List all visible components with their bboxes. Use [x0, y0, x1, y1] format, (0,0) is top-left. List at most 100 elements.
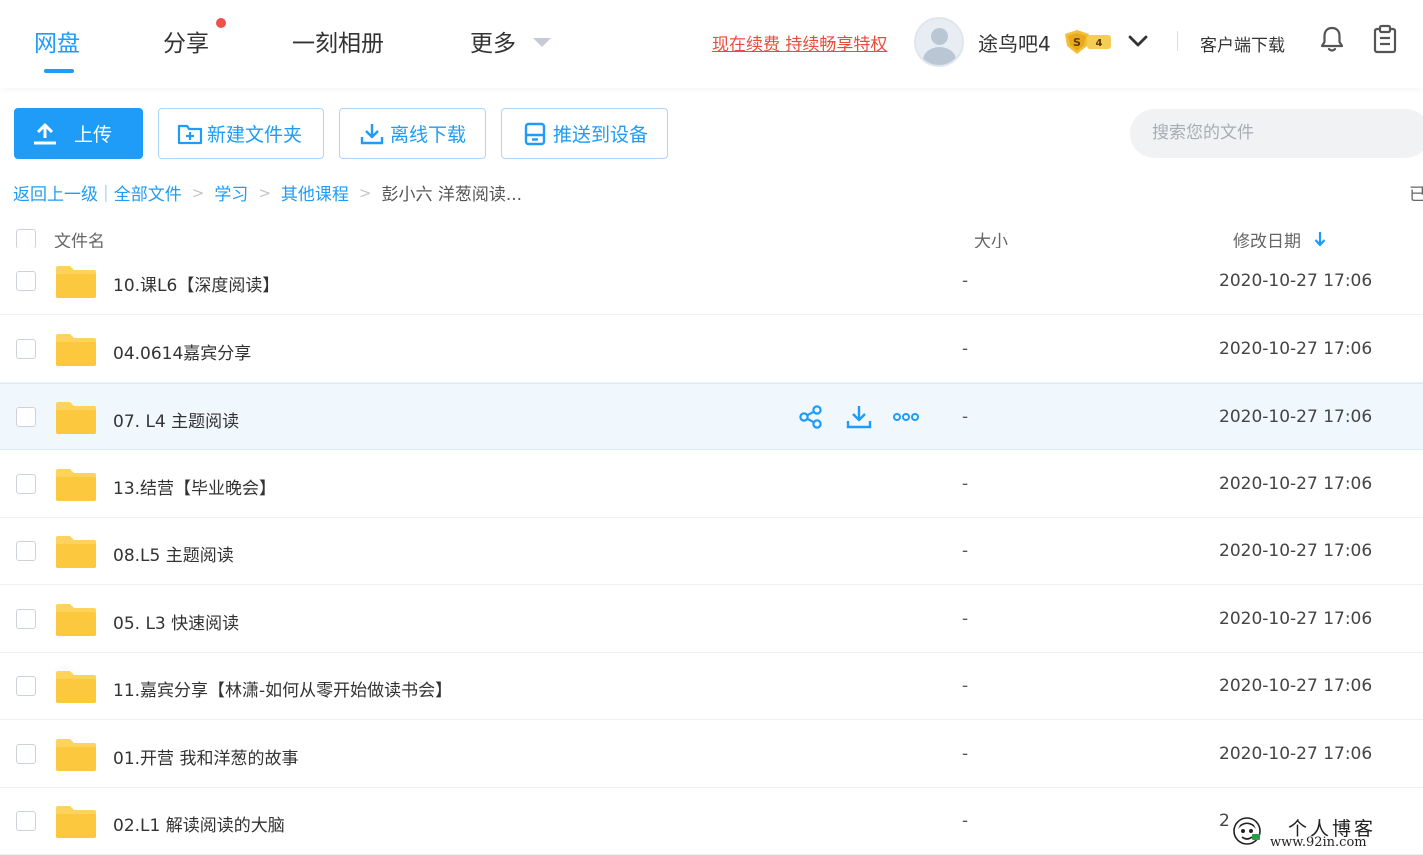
- upload-icon: [34, 123, 56, 144]
- table-row[interactable]: 01.开营 我和洋葱的故事 - 2020-10-27 17:06: [0, 721, 1423, 788]
- table-row[interactable]: 10.课L6【深度阅读】 - 2020-10-27 17:06: [0, 248, 1423, 315]
- share-icon[interactable]: [798, 404, 824, 430]
- download-icon: [360, 123, 384, 144]
- file-name[interactable]: 01.开营 我和洋葱的故事: [113, 744, 298, 769]
- search-box: [1130, 109, 1423, 158]
- folder-icon: [56, 536, 96, 568]
- new-folder-label: 新建文件夹: [207, 124, 303, 146]
- table-row[interactable]: 07. L4 主题阅读 - 2020-10-27 17:06: [0, 383, 1423, 450]
- offline-download-button[interactable]: 离线下载: [339, 108, 486, 159]
- row-checkbox[interactable]: [16, 744, 36, 764]
- folder-icon: [56, 469, 96, 501]
- file-date: 2020-10-27 17:06: [1219, 541, 1373, 561]
- folder-icon: [56, 402, 96, 434]
- new-folder-button[interactable]: 新建文件夹: [158, 108, 324, 159]
- chevron-right-icon: >: [358, 183, 372, 202]
- file-name[interactable]: 08.L5 主题阅读: [113, 541, 234, 566]
- vip-badge-icon[interactable]: S 4: [1063, 30, 1113, 54]
- new-folder-icon: [177, 124, 203, 144]
- username[interactable]: 途鸟吧4: [978, 28, 1051, 57]
- file-date: 2020-10-27 17:06: [1219, 474, 1373, 494]
- tab-more[interactable]: 更多: [470, 24, 516, 58]
- file-date: 2020-10-27 17:06: [1219, 609, 1373, 629]
- file-name[interactable]: 05. L3 快速阅读: [113, 609, 239, 634]
- row-checkbox[interactable]: [16, 541, 36, 561]
- file-name[interactable]: 11.嘉宾分享【林潇-如何从零开始做读书会】: [113, 676, 452, 701]
- folder-icon: [56, 604, 96, 636]
- device-icon: [524, 122, 546, 145]
- bell-icon[interactable]: [1319, 25, 1345, 53]
- tab-album[interactable]: 一刻相册: [292, 24, 384, 58]
- watermark: 个人博客 www.92in.com: [1230, 812, 1420, 852]
- table-row[interactable]: 13.结营【毕业晚会】 - 2020-10-27 17:06: [0, 451, 1423, 518]
- file-date: 2020-10-27 17:06: [1219, 271, 1373, 291]
- breadcrumb-study[interactable]: 学习: [214, 180, 248, 205]
- row-checkbox[interactable]: [16, 271, 36, 291]
- row-checkbox[interactable]: [16, 676, 36, 696]
- file-list: 10.课L6【深度阅读】 - 2020-10-27 17:06 04.0614嘉…: [0, 248, 1423, 855]
- loaded-count-text: 已: [1409, 185, 1423, 205]
- table-row[interactable]: 02.L1 解读阅读的大脑 - 2: [0, 788, 1423, 855]
- clipboard-icon[interactable]: [1372, 24, 1398, 54]
- table-row[interactable]: 11.嘉宾分享【林潇-如何从零开始做读书会】 - 2020-10-27 17:0…: [0, 653, 1423, 720]
- breadcrumb-current: 彭小六 洋葱阅读...: [381, 185, 523, 205]
- push-to-device-label: 推送到设备: [553, 124, 649, 146]
- watermark-url: www.92in.com: [1270, 835, 1367, 850]
- top-navigation: 网盘 分享 一刻相册 更多 现在续费 持续畅享特权 途鸟吧4 S 4 客户端下载: [0, 0, 1423, 88]
- chevron-right-icon: >: [191, 183, 205, 202]
- more-icon[interactable]: [893, 404, 919, 430]
- table-row[interactable]: 08.L5 主题阅读 - 2020-10-27 17:06: [0, 518, 1423, 585]
- divider: [1177, 31, 1178, 51]
- file-size: -: [962, 676, 969, 696]
- offline-download-label: 离线下载: [390, 124, 467, 146]
- chevron-right-icon: >: [258, 183, 271, 202]
- row-checkbox[interactable]: [16, 609, 36, 629]
- upload-button[interactable]: 上传: [14, 108, 143, 159]
- tab-share[interactable]: 分享: [163, 24, 209, 58]
- breadcrumb: 返回上一级 | 全部文件 > 学习 > 其他课程 > 彭小六 洋葱阅读...: [13, 180, 523, 206]
- search-input[interactable]: [1152, 121, 1412, 145]
- row-checkbox[interactable]: [16, 811, 36, 831]
- breadcrumb-other-courses[interactable]: 其他课程: [281, 180, 349, 205]
- file-name[interactable]: 07. L4 主题阅读: [113, 407, 239, 432]
- select-all-checkbox[interactable]: [16, 229, 36, 249]
- folder-icon: [56, 334, 96, 366]
- file-date: 2020-10-27 17:06: [1219, 676, 1373, 696]
- active-tab-indicator: [44, 69, 74, 73]
- client-download-link[interactable]: 客户端下载: [1200, 31, 1285, 56]
- blog-logo-icon: [1233, 817, 1261, 845]
- file-size: -: [962, 811, 969, 831]
- push-to-device-button[interactable]: 推送到设备: [501, 108, 668, 159]
- folder-icon: [56, 671, 96, 703]
- file-size: -: [962, 609, 969, 629]
- avatar[interactable]: [914, 17, 964, 67]
- tab-netdisk[interactable]: 网盘: [34, 24, 80, 58]
- chevron-down-icon[interactable]: [533, 38, 551, 47]
- vip-letter: S: [1073, 36, 1081, 49]
- file-size: -: [962, 744, 969, 764]
- file-name[interactable]: 04.0614嘉宾分享: [113, 339, 251, 364]
- row-checkbox[interactable]: [16, 474, 36, 494]
- file-size: -: [962, 339, 969, 359]
- renew-link[interactable]: 现在续费 持续畅享特权: [712, 30, 887, 55]
- row-checkbox[interactable]: [16, 339, 36, 359]
- file-name[interactable]: 13.结营【毕业晚会】: [113, 474, 276, 499]
- file-size: -: [962, 474, 969, 494]
- download-icon[interactable]: [846, 404, 872, 430]
- back-link[interactable]: 返回上一级: [13, 180, 98, 205]
- file-date: 2020-10-27 17:06: [1219, 744, 1373, 764]
- folder-icon: [56, 739, 96, 771]
- table-row[interactable]: 05. L3 快速阅读 - 2020-10-27 17:06: [0, 586, 1423, 653]
- file-name[interactable]: 10.课L6【深度阅读】: [113, 271, 279, 296]
- breadcrumb-divider: |: [103, 182, 109, 203]
- file-date: 2020-10-27 17:06: [1219, 407, 1373, 427]
- breadcrumb-all-files[interactable]: 全部文件: [114, 180, 182, 205]
- file-size: -: [962, 407, 969, 427]
- file-date: 2: [1219, 811, 1230, 831]
- row-checkbox[interactable]: [16, 407, 36, 427]
- folder-icon: [56, 806, 96, 838]
- sort-down-icon[interactable]: [1313, 230, 1327, 248]
- table-row[interactable]: 04.0614嘉宾分享 - 2020-10-27 17:06: [0, 316, 1423, 383]
- chevron-down-icon[interactable]: [1127, 30, 1149, 52]
- file-name[interactable]: 02.L1 解读阅读的大脑: [113, 811, 285, 836]
